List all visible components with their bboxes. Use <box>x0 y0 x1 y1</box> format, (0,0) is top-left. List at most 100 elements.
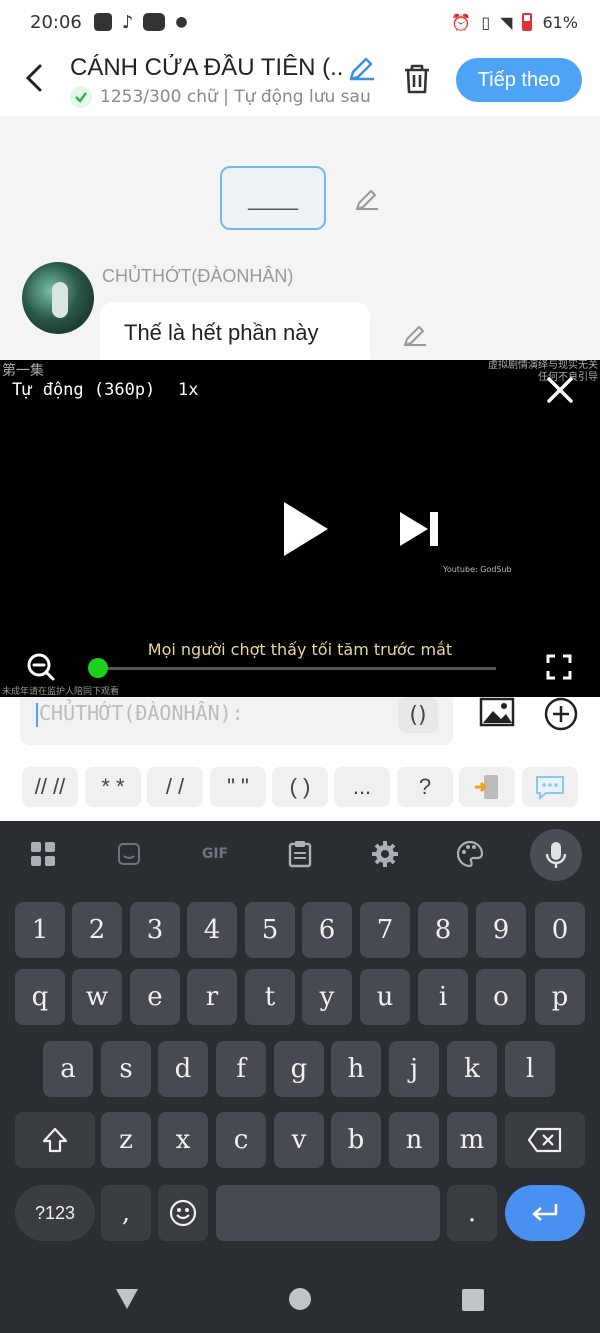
check-icon <box>70 86 92 108</box>
key-x[interactable]: x <box>158 1112 208 1168</box>
key-b[interactable]: b <box>331 1112 381 1168</box>
edit-message-pencil-icon[interactable] <box>400 322 428 350</box>
status-bar: 20:06 ♪ ● ⏰ ▯ ◥ 61% <box>0 0 600 44</box>
apps-grid-icon[interactable] <box>28 839 58 869</box>
key-v[interactable]: v <box>274 1112 324 1168</box>
symbol-quotes[interactable]: " " <box>210 767 266 807</box>
symbol-parentheses[interactable]: ( ) <box>272 767 328 807</box>
key-8[interactable]: 8 <box>418 902 468 958</box>
key-u[interactable]: u <box>360 969 410 1025</box>
key-p[interactable]: p <box>535 969 585 1025</box>
key-4[interactable]: 4 <box>187 902 237 958</box>
sticker-icon[interactable] <box>114 839 144 869</box>
add-circle-icon[interactable] <box>544 697 578 731</box>
zoom-out-icon[interactable] <box>26 652 56 682</box>
symbol-slashes[interactable]: / / <box>147 767 203 807</box>
backspace-key[interactable] <box>505 1112 585 1168</box>
symbol-ellipsis[interactable]: ... <box>334 767 390 807</box>
speaker-avatar[interactable] <box>22 262 94 334</box>
chat-bubble-icon[interactable] <box>522 767 578 807</box>
microphone-icon[interactable] <box>530 829 582 881</box>
editor-header: CÁNH CỬA ĐẦU TIÊN (... 1253/300 chữ | Tự… <box>0 44 600 116</box>
fullscreen-icon[interactable] <box>546 654 572 680</box>
key-0[interactable]: 0 <box>535 902 585 958</box>
edit-title-pencil-icon[interactable] <box>346 54 376 84</box>
key-g[interactable]: g <box>274 1041 324 1097</box>
key-7[interactable]: 7 <box>360 902 410 958</box>
phone-transfer-icon[interactable] <box>459 767 515 807</box>
key-j[interactable]: j <box>389 1041 439 1097</box>
key-w[interactable]: w <box>72 969 122 1025</box>
key-3[interactable]: 3 <box>130 902 180 958</box>
emoji-smile-icon <box>169 1199 197 1227</box>
settings-gear-icon[interactable] <box>370 839 400 869</box>
image-icon[interactable] <box>479 697 515 727</box>
key-6[interactable]: 6 <box>302 902 352 958</box>
key-z[interactable]: z <box>101 1112 151 1168</box>
tiktok-icon: ♪ <box>121 11 134 33</box>
key-2[interactable]: 2 <box>72 902 122 958</box>
onscreen-keyboard: GIF 1 2 3 4 5 6 7 8 9 0 q w e r t y u i … <box>0 821 600 1261</box>
edit-divider-pencil-icon[interactable] <box>352 186 380 214</box>
key-e[interactable]: e <box>130 969 180 1025</box>
recents-square-icon[interactable] <box>461 1288 485 1312</box>
word-count-status: 1253/300 chữ | Tự động lưu sau <box>100 87 371 107</box>
floating-video-player[interactable]: 第一集 Tự động (360p) 1x 虚拟剧情演绎与现实无关 任何不良引导… <box>0 360 600 697</box>
save-status-row: 1253/300 chữ | Tự động lưu sau <box>70 86 380 108</box>
key-l[interactable]: l <box>505 1041 555 1097</box>
key-period[interactable]: . <box>447 1185 497 1241</box>
alarm-icon: ⏰ <box>451 12 472 32</box>
back-triangle-icon[interactable] <box>114 1287 140 1311</box>
key-q[interactable]: q <box>15 969 65 1025</box>
close-icon[interactable] <box>544 374 576 406</box>
play-icon[interactable] <box>280 500 330 558</box>
enter-key[interactable] <box>505 1185 585 1241</box>
space-bar[interactable] <box>216 1185 440 1241</box>
backspace-icon <box>527 1127 562 1153</box>
key-a[interactable]: a <box>43 1041 93 1097</box>
key-y[interactable]: y <box>302 969 352 1025</box>
message-input[interactable]: CHỦTHỚT(ĐÀONHÂN): <box>20 697 453 745</box>
youtube-icon <box>143 13 166 31</box>
battery-percent: 61% <box>542 12 578 32</box>
key-t[interactable]: t <box>245 969 295 1025</box>
key-5[interactable]: 5 <box>245 902 295 958</box>
video-speed-selector[interactable]: 1x <box>178 380 198 400</box>
symbol-question[interactable]: ? <box>397 767 453 807</box>
key-m[interactable]: m <box>447 1112 497 1168</box>
home-circle-icon[interactable] <box>288 1287 312 1311</box>
key-1[interactable]: 1 <box>15 902 65 958</box>
key-r[interactable]: r <box>187 969 237 1025</box>
key-h[interactable]: h <box>331 1041 381 1097</box>
key-comma[interactable]: , <box>101 1185 151 1241</box>
scene-divider-box[interactable]: _____ <box>220 166 326 230</box>
next-button[interactable]: Tiếp theo <box>456 58 582 102</box>
shift-arrow-icon <box>42 1127 68 1153</box>
video-footer-note: 未成年请在监护人陪同下观看 <box>2 687 120 697</box>
shift-key[interactable] <box>15 1112 95 1168</box>
key-i[interactable]: i <box>418 969 468 1025</box>
symbols-key[interactable]: ?123 <box>15 1185 95 1241</box>
palette-icon[interactable] <box>455 839 485 869</box>
key-d[interactable]: d <box>158 1041 208 1097</box>
key-s[interactable]: s <box>101 1041 151 1097</box>
skip-next-icon[interactable] <box>398 510 440 548</box>
symbol-asterisks[interactable]: * * <box>85 767 141 807</box>
video-quality-selector[interactable]: Tự động (360p) <box>12 380 155 400</box>
back-arrow-icon[interactable] <box>20 62 52 94</box>
symbol-double-slash[interactable]: // // <box>22 767 78 807</box>
key-k[interactable]: k <box>447 1041 497 1097</box>
video-progress-knob[interactable] <box>88 658 108 678</box>
key-o[interactable]: o <box>476 969 526 1025</box>
video-progress-track[interactable] <box>98 667 496 670</box>
paren-insert-button[interactable]: () <box>398 697 438 733</box>
emoji-key[interactable] <box>158 1185 208 1241</box>
key-n[interactable]: n <box>389 1112 439 1168</box>
key-f[interactable]: f <box>216 1041 266 1097</box>
clipboard-icon[interactable] <box>285 839 315 869</box>
trash-icon[interactable] <box>400 62 434 96</box>
key-9[interactable]: 9 <box>476 902 526 958</box>
gif-button[interactable]: GIF <box>198 839 232 869</box>
notification-icons: ♪ ● <box>93 11 188 33</box>
key-c[interactable]: c <box>216 1112 266 1168</box>
